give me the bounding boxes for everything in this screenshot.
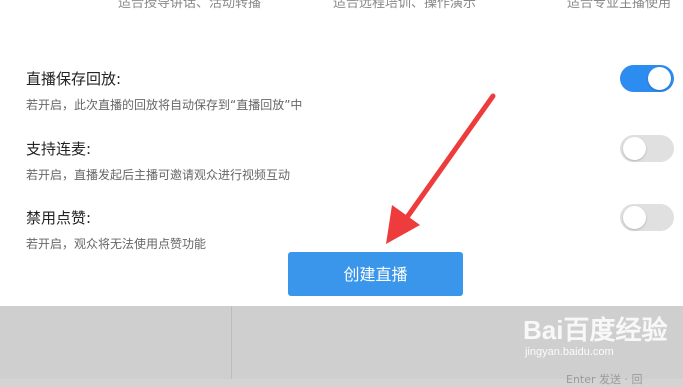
co-streaming-toggle[interactable] bbox=[620, 135, 674, 162]
setting-description: 若开启，此次直播的回放将自动保存到“直播回放”中 bbox=[26, 98, 303, 112]
create-live-dialog: 适合授导讲话、活动转播 适合远程培训、操作演示 适合专业主播使用 直播保存回放:… bbox=[0, 0, 683, 306]
toggle-knob bbox=[623, 206, 646, 229]
watermark-brand: Bai百度经验 bbox=[523, 315, 668, 345]
setting-co-streaming: 支持连麦: 若开启，直播发起后主播可邀请观众进行视频互动 bbox=[26, 135, 674, 188]
setting-disable-likes: 禁用点赞: 若开启，观众将无法使用点赞功能 bbox=[26, 204, 674, 257]
setting-title: 禁用点赞: bbox=[26, 209, 92, 227]
live-type-option-desc[interactable]: 适合授导讲话、活动转播 bbox=[118, 0, 261, 11]
background-footer-text: Enter 发送 · 回 bbox=[566, 373, 643, 386]
live-type-option-desc[interactable]: 适合专业主播使用 bbox=[567, 0, 671, 11]
save-replay-toggle[interactable] bbox=[620, 65, 674, 92]
live-type-options: 适合授导讲话、活动转播 适合远程培训、操作演示 适合专业主播使用 bbox=[0, 0, 683, 11]
setting-title: 直播保存回放: bbox=[26, 70, 122, 88]
setting-save-replay: 直播保存回放: 若开启，此次直播的回放将自动保存到“直播回放”中 bbox=[26, 65, 674, 118]
live-type-option-desc[interactable]: 适合远程培训、操作演示 bbox=[333, 0, 476, 11]
setting-description: 若开启，观众将无法使用点赞功能 bbox=[26, 237, 207, 251]
watermark-url: jingyan.baidu.com bbox=[525, 346, 614, 358]
create-live-button[interactable]: 创建直播 bbox=[288, 252, 463, 296]
baidu-jingyan-watermark: Bai百度经验 jingyan.baidu.com bbox=[523, 310, 683, 370]
setting-title: 支持连麦: bbox=[26, 140, 92, 158]
setting-description: 若开启，直播发起后主播可邀请观众进行视频互动 bbox=[26, 168, 291, 182]
toggle-knob bbox=[623, 137, 646, 160]
background-divider bbox=[231, 305, 232, 379]
disable-likes-toggle[interactable] bbox=[620, 204, 674, 231]
toggle-knob bbox=[648, 67, 671, 90]
